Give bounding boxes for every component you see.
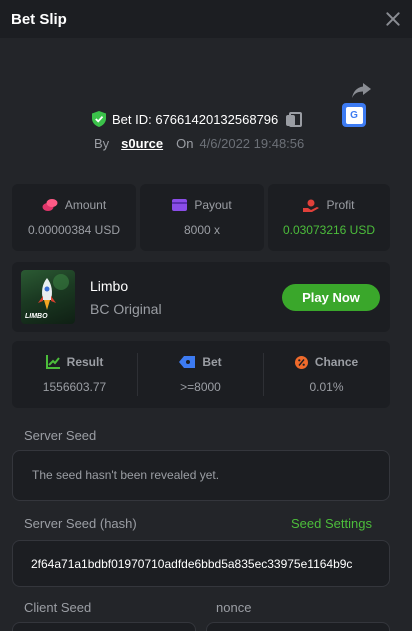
client-seed-label: Client Seed xyxy=(24,600,92,615)
result-card: Result 1556603.77 Bet >=8000 Chance 0.01… xyxy=(12,341,390,408)
server-hash-field[interactable]: 2f64a71a1bdbf01970710adfde6bbd5a835ec339… xyxy=(12,540,390,587)
user-link[interactable]: s0urce xyxy=(121,136,163,151)
bet-value: >=8000 xyxy=(180,380,221,394)
amount-value: 0.00000384 USD xyxy=(27,223,121,237)
bet-author-row: By s0urce On 4/6/2022 19:48:56 xyxy=(94,135,304,151)
chance-column: Chance 0.01% xyxy=(264,341,389,408)
bet-id: Bet ID: 67661420132568796 xyxy=(112,111,279,127)
copy-icon[interactable] xyxy=(286,112,303,127)
profit-label: Profit xyxy=(326,198,355,212)
close-icon[interactable] xyxy=(385,11,401,27)
nonce-label: nonce xyxy=(216,600,252,615)
coins-icon xyxy=(42,199,58,211)
profit-card: Profit 0.03073216 USD xyxy=(268,184,390,251)
share-icon[interactable] xyxy=(350,82,372,100)
ticket-icon xyxy=(179,356,196,368)
payout-value: 8000 x xyxy=(183,223,221,237)
nonce-field[interactable] xyxy=(206,622,390,631)
game-thumbnail[interactable]: LIMBO xyxy=(21,270,75,324)
amount-label: Amount xyxy=(64,198,107,212)
chart-up-icon xyxy=(45,355,60,369)
payout-label: Payout xyxy=(194,198,232,212)
bet-id-row: Bet ID: 67661420132568796 xyxy=(92,110,303,128)
hand-coin-icon xyxy=(303,199,320,212)
translate-icon[interactable]: G xyxy=(342,103,366,127)
game-subtitle: BC Original xyxy=(90,301,162,317)
bet-label: Bet xyxy=(202,355,222,369)
payout-card: Payout 8000 x xyxy=(140,184,264,251)
result-label: Result xyxy=(66,355,104,369)
wallet-icon xyxy=(172,199,188,211)
page-title: Bet Slip xyxy=(11,10,67,28)
result-value: 1556603.77 xyxy=(42,380,107,394)
bet-slip-header: Bet Slip xyxy=(0,0,412,38)
server-seed-value: The seed hasn't been revealed yet. xyxy=(32,468,220,482)
on-label: On xyxy=(176,135,194,151)
game-name: Limbo xyxy=(90,278,129,294)
server-seed-label: Server Seed xyxy=(24,428,97,443)
bet-column: Bet >=8000 xyxy=(138,341,263,408)
thumbnail-label: LIMBO xyxy=(25,313,48,320)
server-seed-field[interactable]: The seed hasn't been revealed yet. xyxy=(12,450,390,501)
chance-label: Chance xyxy=(314,355,359,369)
server-hash-label: Server Seed (hash) xyxy=(24,516,137,531)
shield-check-icon xyxy=(92,111,106,127)
server-hash-value: 2f64a71a1bdbf01970710adfde6bbd5a835ec339… xyxy=(31,557,353,571)
bet-date: 4/6/2022 19:48:56 xyxy=(199,135,305,151)
play-now-button[interactable]: Play Now xyxy=(282,284,380,311)
percent-icon xyxy=(294,355,308,369)
chance-value: 0.01% xyxy=(309,380,344,394)
profit-value: 0.03073216 USD xyxy=(282,223,376,237)
seed-settings-link[interactable]: Seed Settings xyxy=(291,516,372,531)
by-label: By xyxy=(94,135,110,151)
client-seed-field[interactable] xyxy=(12,622,196,631)
game-card: LIMBO Limbo BC Original Play Now xyxy=(12,262,390,332)
amount-card: Amount 0.00000384 USD xyxy=(12,184,136,251)
result-column: Result 1556603.77 xyxy=(12,341,137,408)
